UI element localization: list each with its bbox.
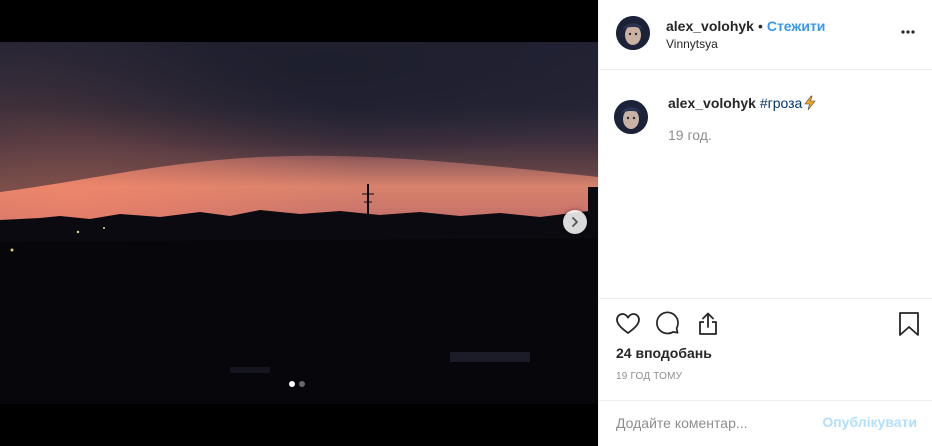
actions-section: 24 вподобань 19 ГОД ТОМУ — [599, 298, 932, 406]
post-timestamp: 19 ГОД ТОМУ — [616, 371, 683, 382]
like-button[interactable] — [615, 311, 641, 337]
likes-count[interactable]: 24 вподобань — [616, 345, 712, 361]
caption-username[interactable]: alex_volohyk — [668, 95, 756, 111]
lightning-icon — [804, 95, 816, 111]
save-button[interactable] — [896, 311, 922, 337]
comment-icon — [656, 311, 679, 335]
next-slide-button[interactable] — [563, 210, 587, 234]
comment-button[interactable] — [655, 311, 681, 337]
avatar[interactable] — [614, 100, 648, 134]
media-pane — [0, 0, 598, 446]
location-link[interactable]: Vinnytsya — [666, 37, 718, 51]
publish-button[interactable]: Опублікувати — [822, 414, 917, 430]
carousel-indicator — [289, 381, 305, 387]
heart-icon — [616, 313, 640, 334]
comment-bar: Опублікувати — [599, 400, 932, 446]
more-icon — [901, 30, 915, 34]
follow-button[interactable]: Стежити — [767, 18, 826, 34]
caption-timestamp: 19 год. — [668, 127, 712, 143]
caption-section: alex_volohyk #гроза 19 год. — [599, 70, 932, 298]
header-user-line: alex_volohyk • Стежити — [666, 18, 825, 34]
separator-dot: • — [757, 18, 763, 34]
more-options-button[interactable] — [900, 24, 916, 45]
post-photo[interactable] — [0, 42, 598, 404]
share-icon — [699, 312, 717, 335]
avatar[interactable] — [616, 16, 650, 50]
storm-sunset-image — [0, 42, 598, 404]
post-sidebar: alex_volohyk • Стежити Vinnytsya alex_volo… — [598, 0, 932, 446]
username-link[interactable]: alex_volohyk — [666, 18, 754, 34]
comment-input[interactable] — [616, 413, 816, 433]
caption-hashtag[interactable]: #гроза — [760, 95, 803, 111]
caption-text: alex_volohyk #гроза — [668, 95, 818, 111]
carousel-dot — [289, 381, 295, 387]
carousel-dot — [299, 381, 305, 387]
share-button[interactable] — [695, 311, 721, 337]
bookmark-icon — [899, 312, 919, 336]
chevron-right-icon — [572, 217, 578, 227]
post-header: alex_volohyk • Стежити Vinnytsya — [599, 0, 932, 70]
